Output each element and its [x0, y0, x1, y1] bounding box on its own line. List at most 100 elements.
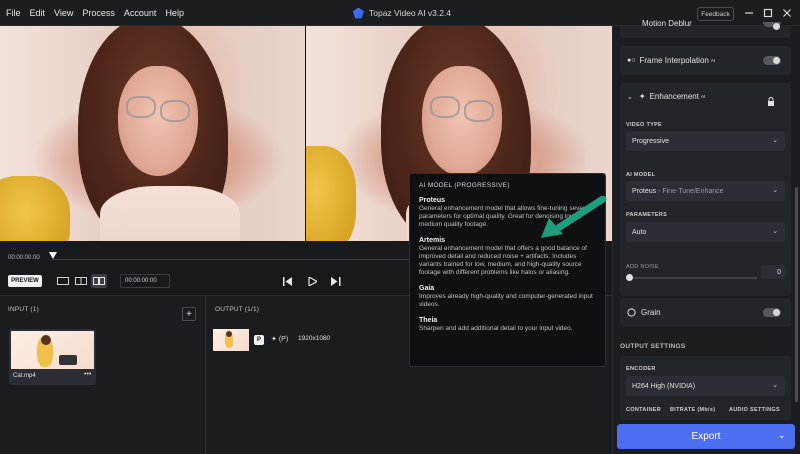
ai-model-variant: - Fine-Tune/Enhance	[656, 187, 724, 195]
chevron-down-icon: ⌄	[772, 187, 778, 194]
add-noise-slider[interactable]	[629, 277, 757, 279]
tooltip-model-gaia: Gaia Improves already high-quality and c…	[419, 285, 596, 309]
timeline-start-time: 00:00:00:00	[8, 255, 40, 261]
encoder-value: H264 High (NVIDIA)	[632, 382, 696, 390]
tooltip-model-theia: Theia Sharpen and add additional detail …	[419, 317, 596, 333]
encoder-select[interactable]: H264 High (NVIDIA) ⌄	[626, 376, 785, 396]
clip-thumbnail	[11, 331, 94, 369]
sparkle-icon: ✦	[271, 336, 277, 343]
add-noise-input[interactable]: 0	[761, 265, 785, 279]
glasses-right	[464, 100, 494, 122]
grain-toggle[interactable]	[763, 308, 781, 317]
playhead-icon[interactable]	[49, 252, 57, 259]
play-icon[interactable]	[306, 275, 318, 287]
app-window: File Edit View Process Account Help Topa…	[0, 0, 800, 454]
face	[118, 66, 198, 176]
yellow-chair	[0, 176, 70, 241]
ai-model-select[interactable]: Proteus - Fine-Tune/Enhance ⌄	[626, 181, 785, 201]
input-header: INPUT (1)	[8, 306, 39, 313]
time-input[interactable]: 00:00:00:00	[120, 274, 170, 288]
output-resolution: 1920x1080	[298, 335, 331, 342]
frame-interpolation-toggle[interactable]	[763, 56, 781, 65]
chevron-down-icon: ⌄	[772, 137, 778, 144]
frame-interpolation-label: ●○ Frame Interpolation AI	[627, 56, 715, 65]
close-icon[interactable]	[780, 6, 794, 20]
annotation-arrow-icon	[541, 196, 607, 238]
app-title-text: Topaz Video AI v3.2.4	[369, 8, 452, 18]
input-panel: INPUT (1) + Cat.mp4 •••	[0, 296, 206, 454]
motion-deblur-toggle[interactable]	[763, 22, 781, 30]
glasses-left	[430, 96, 460, 118]
chevron-down-icon[interactable]: ⌄	[627, 93, 633, 101]
motion-deblur-text: Motion Deblur	[642, 19, 692, 28]
parameters-select[interactable]: Auto ⌄	[626, 222, 785, 242]
tooltip-model-artemis: Artemis General enhancement model that o…	[419, 237, 596, 277]
preview-button[interactable]: PREVIEW	[8, 275, 42, 287]
shirt	[100, 186, 240, 241]
grain-icon	[627, 308, 636, 317]
video-type-select[interactable]: Progressive ⌄	[626, 131, 785, 151]
chevron-down-icon: ⌄	[772, 382, 778, 389]
more-options-icon[interactable]: •••	[84, 371, 91, 378]
model-description: General enhancement model that offers a …	[419, 245, 587, 276]
ai-superscript: AI	[710, 58, 716, 63]
maximize-icon[interactable]	[761, 6, 775, 20]
output-thumbnail	[213, 329, 249, 351]
menu: File Edit View Process Account Help	[0, 8, 193, 18]
enhancement-title: Enhancement	[649, 92, 699, 101]
face	[422, 66, 502, 176]
next-frame-icon[interactable]	[330, 275, 342, 287]
add-noise-slider-handle[interactable]	[626, 274, 633, 281]
container-label: CONTAINER	[626, 407, 661, 413]
single-view-icon[interactable]	[55, 274, 71, 288]
parameters-label: PARAMETERS	[626, 212, 668, 218]
menu-help[interactable]: Help	[165, 8, 184, 18]
previous-frame-icon[interactable]	[282, 275, 294, 287]
feedback-button[interactable]: Feedback	[697, 7, 734, 21]
side-by-side-view-icon[interactable]	[91, 274, 107, 288]
audio-settings-label: AUDIO SETTINGS	[729, 407, 780, 413]
topaz-logo-icon	[353, 7, 364, 19]
menu-process[interactable]: Process	[82, 8, 115, 18]
menu-file[interactable]: File	[6, 8, 21, 18]
add-noise-label: ADD NOISE	[626, 264, 659, 270]
glasses-right	[160, 100, 190, 122]
preview-original[interactable]	[0, 26, 305, 241]
tooltip-title: AI MODEL (PROGRESSIVE)	[419, 182, 510, 189]
output-header: OUTPUT (1/1)	[215, 306, 260, 313]
grain-label: Grain	[627, 308, 661, 317]
split-view-icon[interactable]	[73, 274, 89, 288]
menu-view[interactable]: View	[54, 8, 73, 18]
app-title: Topaz Video AI v3.2.4	[353, 0, 451, 26]
encoder-label: ENCODER	[626, 366, 656, 372]
parameters-value: Auto	[632, 228, 647, 236]
model-name: Theia	[419, 317, 438, 324]
model-name: Gaia	[419, 285, 435, 292]
ai-superscript: AI	[700, 94, 706, 99]
sparkle-icon: ✦	[638, 92, 646, 101]
clip-name: Cat.mp4	[13, 373, 36, 379]
input-clip-card[interactable]: Cat.mp4 •••	[9, 329, 96, 385]
video-type-label: VIDEO TYPE	[626, 122, 663, 128]
video-type-value: Progressive	[632, 137, 669, 145]
add-input-button[interactable]: +	[182, 307, 196, 321]
lock-icon	[767, 93, 775, 111]
output-enhancement-info: ✦ (P)	[271, 335, 288, 343]
enhancement-header[interactable]: ⌄ ✦ Enhancement AI	[627, 92, 705, 101]
minimize-icon[interactable]	[742, 6, 756, 20]
export-button[interactable]: Export	[617, 424, 795, 449]
menu-account[interactable]: Account	[124, 8, 157, 18]
sidebar-scrollbar-thumb[interactable]	[795, 187, 798, 402]
output-settings-title: OUTPUT SETTINGS	[620, 343, 686, 350]
model-description: Improves already high-quality and comput…	[419, 293, 593, 308]
frame-interpolation-icon: ●○	[627, 57, 636, 64]
export-options-chevron-icon[interactable]: ⌄	[778, 430, 786, 441]
menu-edit[interactable]: Edit	[30, 8, 46, 18]
output-model-badge: P	[254, 335, 264, 345]
glasses-left	[126, 96, 156, 118]
ai-model-value: Proteus	[632, 187, 657, 195]
output-model-tag: (P)	[278, 336, 289, 343]
model-description: Sharpen and add additional detail to you…	[419, 325, 573, 332]
grain-text: Grain	[641, 308, 661, 317]
ai-model-label: AI MODEL	[626, 172, 656, 178]
